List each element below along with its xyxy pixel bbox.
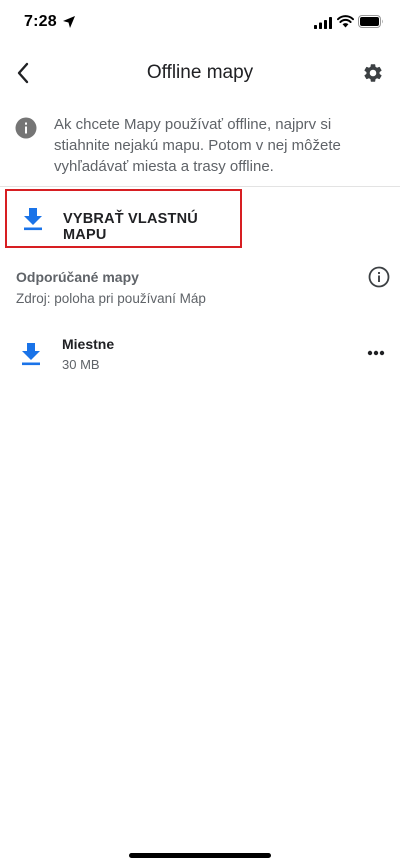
battery-icon: [358, 15, 383, 28]
settings-button[interactable]: [358, 58, 388, 88]
recommended-maps-subtitle: Zdroj: poloha pri používaní Máp: [16, 291, 206, 306]
more-options-button[interactable]: [362, 342, 390, 364]
list-item[interactable]: Miestne 30 MB: [0, 326, 400, 382]
more-horizontal-icon: [367, 350, 385, 356]
home-indicator[interactable]: [129, 853, 271, 858]
map-name: Miestne: [62, 336, 115, 352]
offline-maps-screen: 7:28 Offline mapy Ak chcete Mapy používa…: [0, 0, 400, 866]
location-arrow-icon: [63, 16, 75, 28]
info-text: Ak chcete Mapy používať offline, najprv …: [54, 116, 341, 175]
offline-info-banner: Ak chcete Mapy používať offline, najprv …: [0, 110, 400, 186]
select-own-map-label: VYBRAŤ VLASTNÚ MAPU: [63, 211, 198, 243]
wifi-icon: [337, 15, 354, 28]
recommended-info-button[interactable]: [367, 265, 391, 289]
info-icon: [15, 117, 37, 139]
recommended-maps-title: Odporúčané mapy: [16, 269, 139, 285]
download-icon[interactable]: [20, 342, 42, 366]
divider: [0, 186, 400, 187]
cellular-signal-icon: [314, 17, 332, 29]
download-icon: [24, 208, 42, 231]
status-time: 7:28: [24, 13, 57, 30]
page-title: Offline mapy: [146, 62, 254, 83]
gear-icon: [364, 64, 382, 82]
status-bar: 7:28: [0, 0, 400, 46]
select-own-map-button[interactable]: VYBRAŤ VLASTNÚ MAPU: [5, 189, 242, 248]
info-outline-icon: [368, 266, 390, 288]
map-size: 30 MB: [62, 357, 100, 372]
app-header: Offline mapy: [0, 50, 400, 96]
